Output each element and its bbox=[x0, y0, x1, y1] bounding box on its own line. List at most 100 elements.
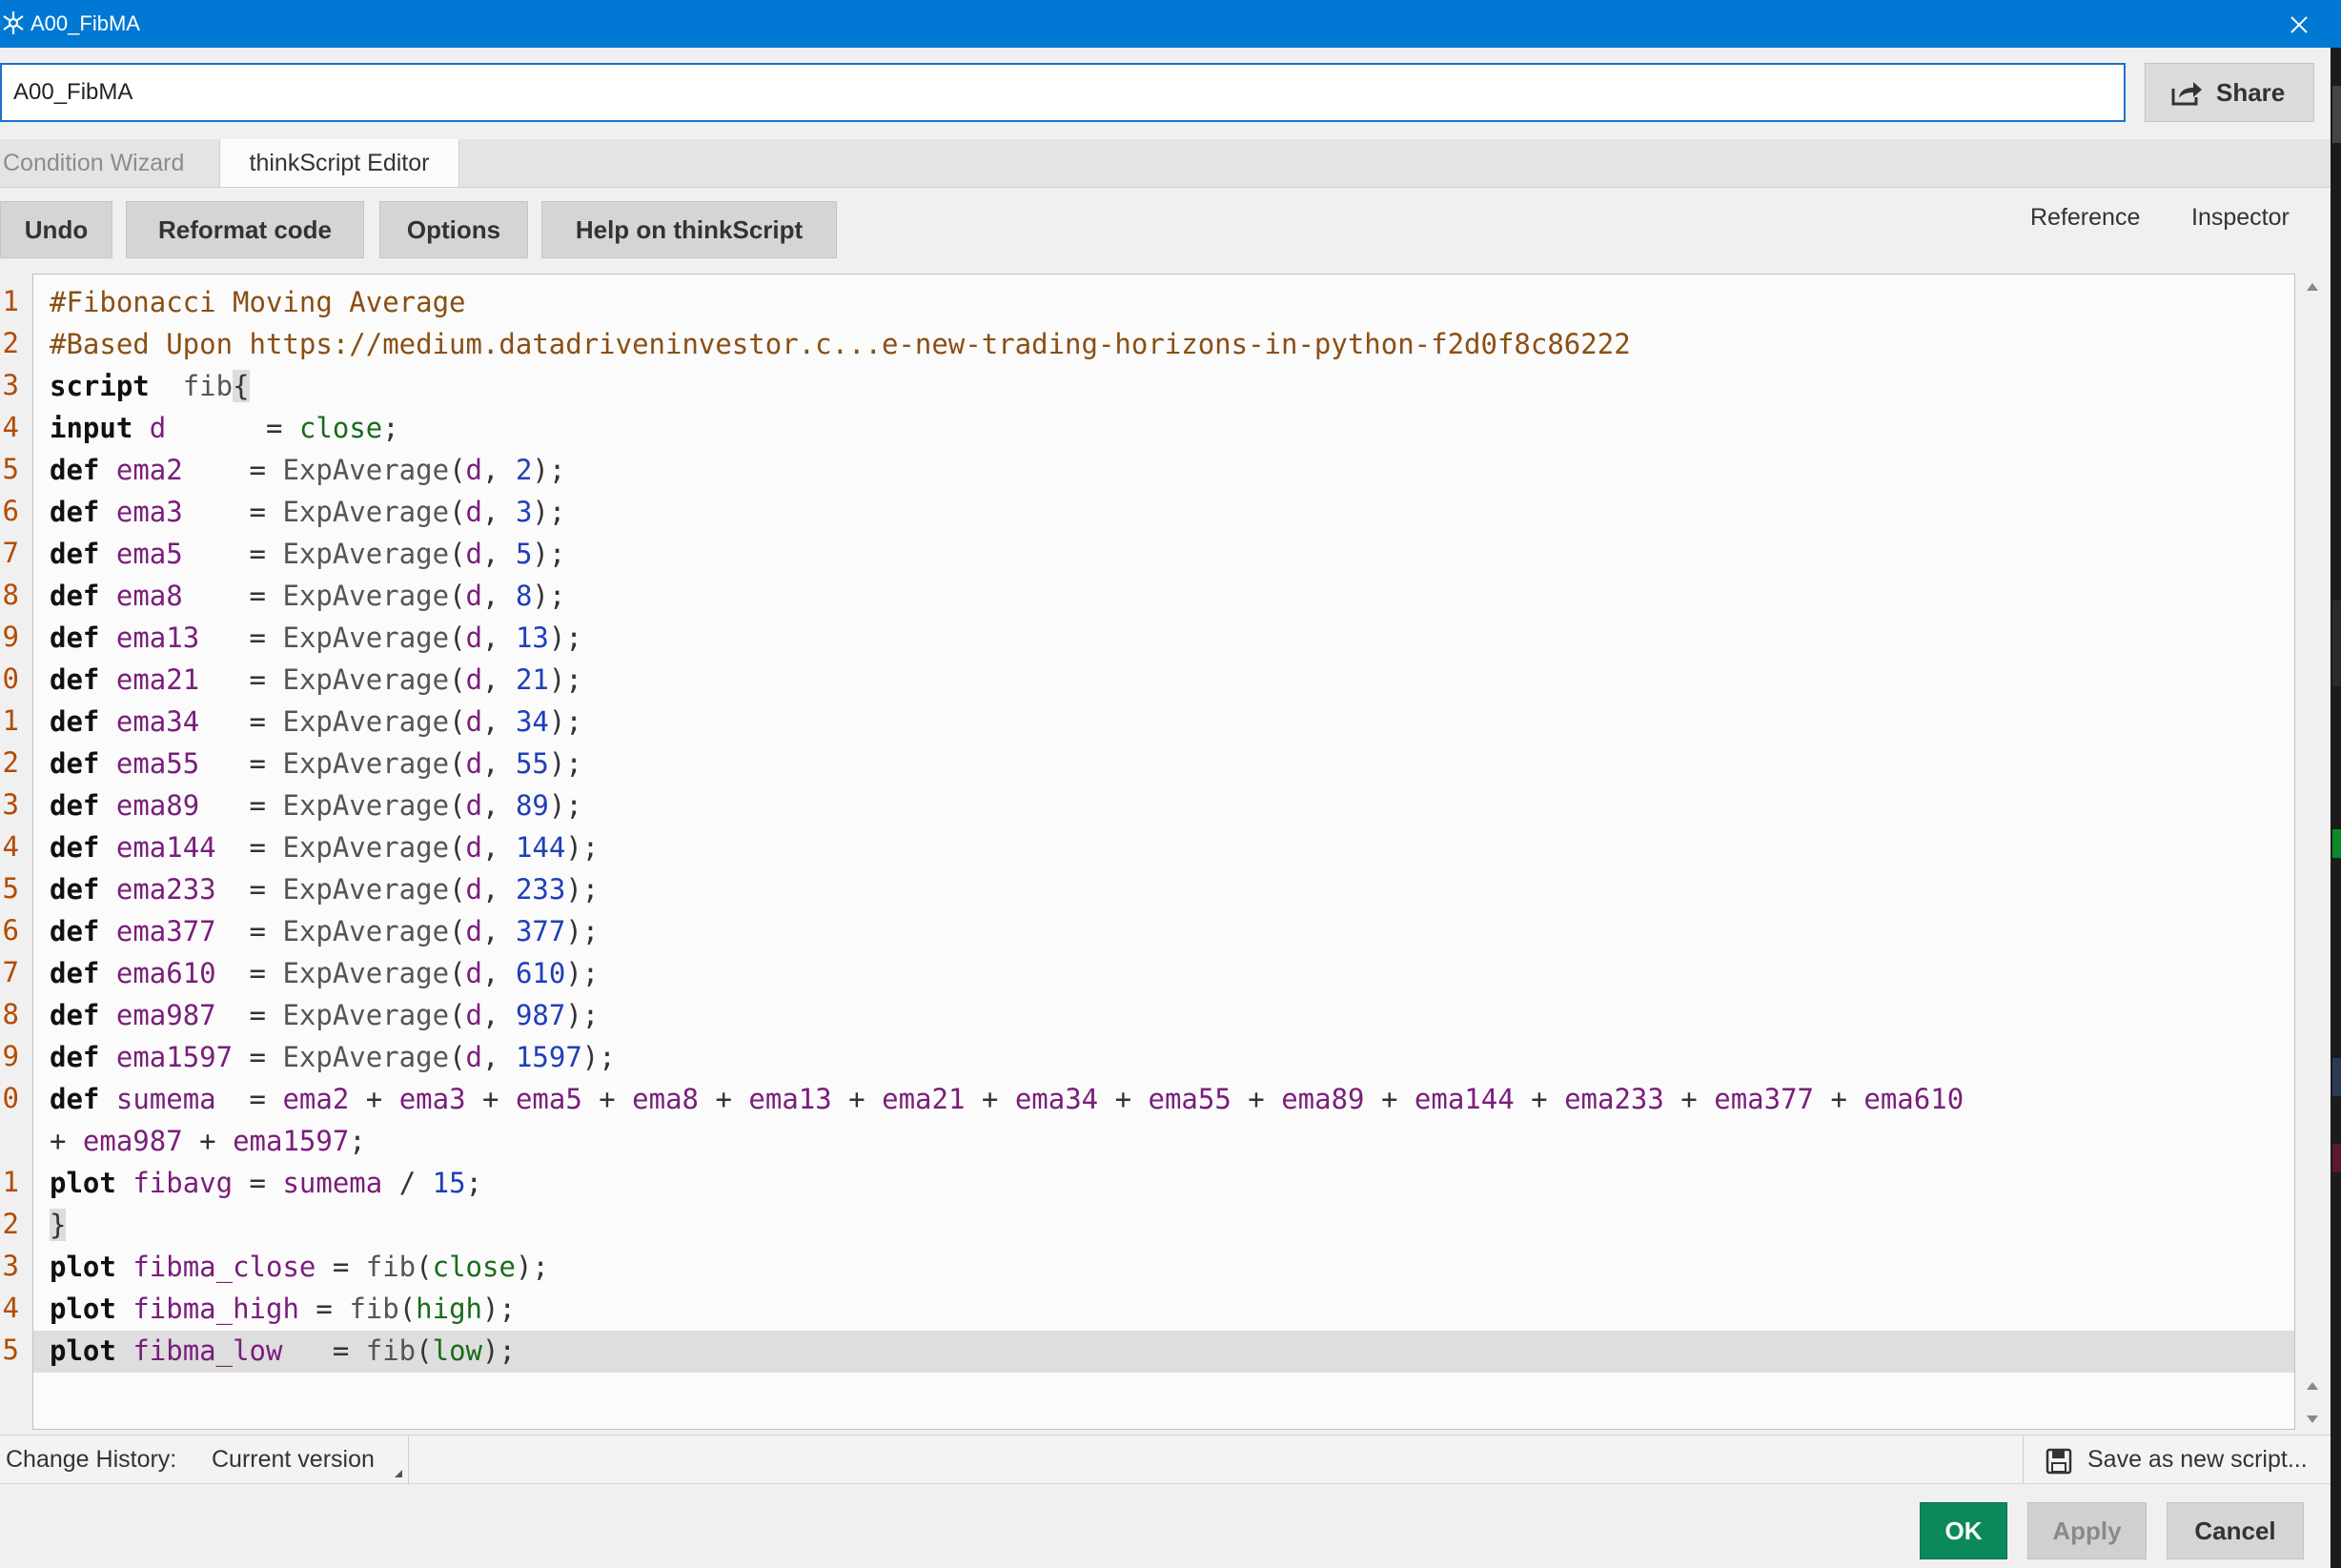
code-token: ema144 bbox=[115, 831, 216, 864]
code-token: ); bbox=[565, 873, 600, 906]
code-token: ); bbox=[548, 705, 582, 738]
code-line[interactable]: def ema2 = ExpAverage(d, 2); bbox=[50, 449, 565, 491]
code-token: + bbox=[1231, 1083, 1282, 1115]
share-button[interactable]: Share bbox=[2145, 63, 2314, 122]
scroll-up-small-arrow-icon[interactable] bbox=[2307, 1382, 2318, 1390]
line-number: 1 bbox=[2, 285, 19, 317]
code-token: def bbox=[50, 705, 100, 738]
code-token: d bbox=[465, 915, 483, 947]
code-line[interactable]: input d = close; bbox=[50, 407, 399, 449]
code-line[interactable]: def ema377 = ExpAverage(d, 377); bbox=[50, 910, 599, 952]
code-line[interactable]: def ema144 = ExpAverage(d, 144); bbox=[50, 826, 599, 868]
code-token: = bbox=[166, 412, 299, 444]
code-line[interactable]: def ema987 = ExpAverage(d, 987); bbox=[50, 994, 599, 1036]
code-token: ema377 bbox=[115, 915, 216, 947]
code-token: ( bbox=[449, 705, 466, 738]
code-token: ( bbox=[449, 496, 466, 528]
apply-button[interactable]: Apply bbox=[2027, 1502, 2147, 1559]
code-token: ExpAverage bbox=[282, 957, 450, 989]
tab-condition-wizard[interactable]: Condition Wizard bbox=[0, 139, 217, 187]
options-button[interactable]: Options bbox=[379, 201, 528, 258]
code-token: low bbox=[432, 1334, 483, 1367]
code-token: 5 bbox=[515, 538, 533, 570]
code-line[interactable]: def ema13 = ExpAverage(d, 13); bbox=[50, 617, 582, 659]
code-line[interactable]: def ema34 = ExpAverage(d, 34); bbox=[50, 701, 582, 743]
code-line[interactable]: def ema5 = ExpAverage(d, 5); bbox=[50, 533, 565, 575]
scroll-up-arrow-icon[interactable] bbox=[2307, 283, 2318, 291]
vertical-scrollbar[interactable] bbox=[2295, 274, 2331, 1430]
line-number: 0 bbox=[2, 662, 19, 695]
version-selector[interactable]: Current version bbox=[212, 1436, 375, 1483]
help-on-thinkscript-button[interactable]: Help on thinkScript bbox=[541, 201, 837, 258]
line-number: 3 bbox=[2, 369, 19, 401]
cancel-button[interactable]: Cancel bbox=[2167, 1502, 2304, 1559]
code-token: = bbox=[182, 454, 283, 486]
line-number: 2 bbox=[2, 1208, 19, 1240]
code-line[interactable]: def ema3 = ExpAverage(d, 3); bbox=[50, 491, 565, 533]
code-token: ; bbox=[465, 1167, 483, 1199]
code-line[interactable]: def ema21 = ExpAverage(d, 21); bbox=[50, 659, 582, 701]
undo-button[interactable]: Undo bbox=[0, 201, 112, 258]
code-token: = bbox=[316, 1293, 350, 1325]
code-token: d bbox=[465, 454, 483, 486]
code-token: , bbox=[482, 663, 516, 696]
code-token: = bbox=[233, 1041, 283, 1073]
line-number: 7 bbox=[2, 537, 19, 569]
code-token: + bbox=[50, 1125, 83, 1157]
code-token: 89 bbox=[515, 789, 549, 822]
code-line[interactable]: + ema987 + ema1597; bbox=[50, 1120, 366, 1162]
code-token: = bbox=[215, 915, 283, 947]
close-button[interactable] bbox=[2255, 0, 2341, 48]
code-token: ema987 bbox=[115, 999, 216, 1031]
code-token: = bbox=[233, 1167, 283, 1199]
reformat-code-button[interactable]: Reformat code bbox=[126, 201, 364, 258]
save-as-new-script-link[interactable]: Save as new script... bbox=[2087, 1436, 2308, 1483]
code-line[interactable]: def ema8 = ExpAverage(d, 8); bbox=[50, 575, 565, 617]
code-token: ExpAverage bbox=[282, 580, 450, 612]
title-bar: A00_FibMA bbox=[0, 0, 2341, 48]
code-token: plot bbox=[50, 1167, 116, 1199]
code-line[interactable]: } bbox=[50, 1204, 67, 1246]
code-token: ExpAverage bbox=[282, 915, 450, 947]
code-token: ); bbox=[515, 1251, 549, 1283]
code-line[interactable]: #Fibonacci Moving Average bbox=[50, 281, 466, 323]
code-editor[interactable]: #Fibonacci Moving Average #Based Upon htt… bbox=[32, 274, 2295, 1430]
code-token: ExpAverage bbox=[282, 831, 450, 864]
inspector-link[interactable]: Inspector bbox=[2191, 198, 2290, 236]
code-line[interactable]: def ema233 = ExpAverage(d, 233); bbox=[50, 868, 599, 910]
code-line[interactable]: plot fibavg = sumema / 15; bbox=[50, 1162, 482, 1204]
save-icon[interactable] bbox=[2046, 1448, 2072, 1475]
code-token: def bbox=[50, 663, 100, 696]
code-line[interactable]: plot fibma_low = fib(low); bbox=[50, 1330, 516, 1372]
code-token: , bbox=[482, 496, 516, 528]
code-line[interactable]: plot fibma_close = fib(close); bbox=[50, 1246, 549, 1288]
code-token: ( bbox=[449, 538, 466, 570]
code-token: 55 bbox=[515, 747, 549, 780]
code-line[interactable]: script fib{ bbox=[50, 365, 250, 407]
code-token: ExpAverage bbox=[282, 621, 450, 654]
scroll-down-arrow-icon[interactable] bbox=[2307, 1415, 2318, 1423]
code-token: + bbox=[699, 1083, 749, 1115]
code-token: def bbox=[50, 580, 100, 612]
code-line[interactable]: def ema610 = ExpAverage(d, 610); bbox=[50, 952, 599, 994]
share-icon bbox=[2171, 82, 2202, 106]
code-line[interactable]: def ema1597 = ExpAverage(d, 1597); bbox=[50, 1036, 616, 1078]
code-token: script bbox=[50, 370, 150, 402]
reference-link[interactable]: Reference bbox=[2030, 198, 2140, 236]
code-line[interactable]: plot fibma_high = fib(high); bbox=[50, 1288, 516, 1330]
code-token: 1597 bbox=[515, 1041, 582, 1073]
code-token: ); bbox=[532, 496, 566, 528]
code-line[interactable]: #Based Upon https://medium.datadriveninv… bbox=[50, 323, 1631, 365]
code-line[interactable]: def sumema = ema2 + ema3 + ema5 + ema8 +… bbox=[50, 1078, 1964, 1120]
code-token: def bbox=[50, 831, 100, 864]
code-line[interactable]: def ema89 = ExpAverage(d, 89); bbox=[50, 784, 582, 826]
code-token: ); bbox=[565, 915, 600, 947]
ok-button[interactable]: OK bbox=[1920, 1502, 2007, 1559]
study-name-input[interactable]: A00_FibMA bbox=[0, 63, 2126, 122]
tab-thinkscript-editor[interactable]: thinkScript Editor bbox=[219, 139, 459, 187]
code-line[interactable]: def ema55 = ExpAverage(d, 55); bbox=[50, 743, 582, 784]
code-token: 3 bbox=[515, 496, 533, 528]
